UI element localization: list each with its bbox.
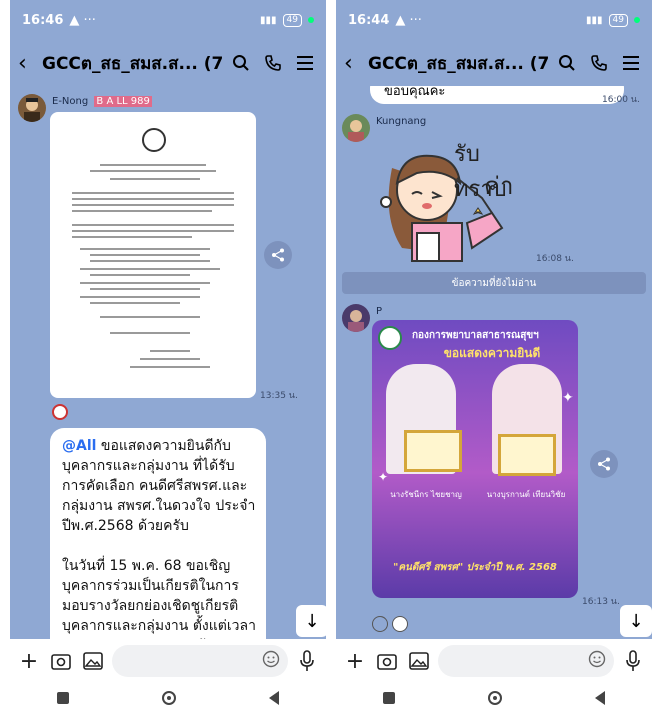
plus-icon[interactable]: +: [16, 648, 42, 674]
chat-title: GCCต_สธ_สมส.ส... (78): [42, 53, 222, 74]
message-time: 16:13 น.: [582, 597, 620, 607]
mention-all[interactable]: @All: [62, 438, 96, 454]
status-time: 16:44: [348, 12, 390, 28]
scroll-down-button[interactable]: ↓: [620, 605, 652, 637]
text-message[interactable]: @All ขอแสดงความยินดีกับ บุคลากรและกลุ่มง…: [50, 428, 266, 643]
message-time: 16:08 น.: [536, 254, 574, 264]
plus-icon[interactable]: +: [342, 648, 368, 674]
document-image-message[interactable]: [50, 112, 256, 398]
search-icon[interactable]: [554, 54, 580, 72]
reaction-smile-icon[interactable]: [372, 616, 388, 632]
awardee-name: นางบุรกานต์ เทียนวิชัย: [486, 490, 566, 499]
camera-icon[interactable]: [374, 648, 400, 674]
message-input[interactable]: [112, 645, 288, 677]
emoji-icon[interactable]: [588, 650, 606, 672]
recent-apps-icon[interactable]: [56, 692, 69, 704]
emoji-icon[interactable]: [262, 650, 280, 672]
certificate-frame: [404, 430, 462, 472]
image-icon[interactable]: [80, 648, 106, 674]
sender-tag: B A LL 989: [94, 96, 152, 107]
sparkle-icon: ✦: [562, 390, 574, 406]
chat-area[interactable]: ขอบคุณคะ 16:00 น. Kungnang รับทราบ ค่า 1…: [336, 86, 652, 643]
battery-icon: 49: [608, 13, 628, 27]
sticker-message[interactable]: รับทราบ ค่า: [372, 128, 532, 263]
sender-name: P: [376, 306, 383, 317]
recording-dot-icon: [634, 17, 640, 23]
scroll-down-button[interactable]: ↓: [296, 605, 326, 637]
microphone-icon[interactable]: [620, 648, 646, 674]
phone-icon[interactable]: [260, 54, 286, 72]
system-navigation-bar: [336, 683, 652, 713]
text-message[interactable]: ขอบคุณคะ: [370, 86, 624, 104]
sticker-text: ค่า: [484, 172, 514, 200]
reaction-emoji-icon[interactable]: [392, 616, 408, 632]
status-notifications: ▲ ···: [69, 12, 96, 28]
back-nav-icon[interactable]: [269, 691, 280, 705]
message-time: 16:00 น.: [602, 95, 640, 105]
status-bar: 16:44 ▲ ··· ▮▮▮ 49: [336, 0, 652, 40]
chat-title: GCCต_สธ_สมส.ส... (78): [368, 53, 548, 74]
sparkle-icon: ✦: [378, 470, 389, 484]
back-arrow-icon[interactable]: ‹: [18, 51, 42, 76]
message-body: ขอแสดงความยินดีกับ บุคลากรและกลุ่มงาน ที…: [62, 438, 256, 643]
avatar[interactable]: [18, 94, 46, 122]
search-icon[interactable]: [228, 54, 254, 72]
unread-divider: ข้อความที่ยังไม่อ่าน: [342, 272, 646, 294]
status-time: 16:46: [22, 12, 64, 28]
reaction-seal-icon[interactable]: [52, 404, 68, 420]
government-seal-icon: [142, 128, 166, 152]
message-body: ขอบคุณคะ: [384, 86, 446, 99]
poster-banner: กองการพยาบาลสาธารณสุขฯ: [412, 330, 539, 341]
signal-icon: ▮▮▮: [586, 14, 603, 26]
microphone-icon[interactable]: [294, 648, 320, 674]
image-icon[interactable]: [406, 648, 432, 674]
chat-header: ‹ GCCต_สธ_สมส.ส... (78): [10, 40, 326, 86]
share-button[interactable]: [264, 241, 292, 269]
share-button[interactable]: [590, 450, 618, 478]
avatar[interactable]: [342, 114, 370, 142]
poster-title: ขอแสดงความยินดี: [443, 346, 541, 360]
home-icon[interactable]: [161, 691, 176, 705]
home-icon[interactable]: [487, 691, 502, 705]
signal-icon: ▮▮▮: [260, 14, 277, 26]
awardee-name: นางรัชนีกร ไชยชาญ: [390, 490, 462, 499]
chat-header: ‹ GCCต_สธ_สมส.ส... (78): [336, 40, 652, 86]
recent-apps-icon[interactable]: [382, 692, 395, 704]
chat-area[interactable]: E-Nong B A LL 989 13:35 น. @All ขอแสดงคว…: [10, 86, 326, 643]
ministry-logo-icon: [378, 326, 402, 350]
message-input[interactable]: [438, 645, 614, 677]
avatar[interactable]: [342, 304, 370, 332]
message-input-bar: +: [336, 639, 652, 683]
sender-name: E-Nong B A LL 989: [52, 96, 152, 107]
status-notifications: ▲ ···: [395, 12, 422, 28]
recording-dot-icon: [308, 17, 314, 23]
back-arrow-icon[interactable]: ‹: [344, 51, 368, 76]
right-phone-screen: 16:44 ▲ ··· ▮▮▮ 49 ‹ GCCต_สธ_สมส.ส... (7…: [336, 0, 652, 713]
battery-icon: 49: [282, 13, 302, 27]
status-bar: 16:46 ▲ ··· ▮▮▮ 49: [10, 0, 326, 40]
camera-icon[interactable]: [48, 648, 74, 674]
phone-icon[interactable]: [586, 54, 612, 72]
poster-footer: "คนดีศรี สพรศ" ประจำปี พ.ศ. 2568: [393, 562, 557, 573]
menu-icon[interactable]: [618, 55, 644, 71]
sender-name: Kungnang: [376, 116, 427, 127]
screenshot: 16:46 ▲ ··· ▮▮▮ 49 ‹ GCCต_สธ_สมส.ส... (7…: [0, 0, 652, 713]
award-poster-image[interactable]: กองการพยาบาลสาธารณสุขฯ ขอแสดงความยินดี น…: [372, 320, 578, 598]
message-input-bar: +: [10, 639, 326, 683]
message-time: 13:35 น.: [260, 391, 298, 401]
left-phone-screen: 16:46 ▲ ··· ▮▮▮ 49 ‹ GCCต_สธ_สมส.ส... (7…: [10, 0, 326, 713]
back-nav-icon[interactable]: [595, 691, 606, 705]
certificate-frame: [498, 434, 556, 476]
menu-icon[interactable]: [292, 55, 318, 71]
system-navigation-bar: [10, 683, 326, 713]
